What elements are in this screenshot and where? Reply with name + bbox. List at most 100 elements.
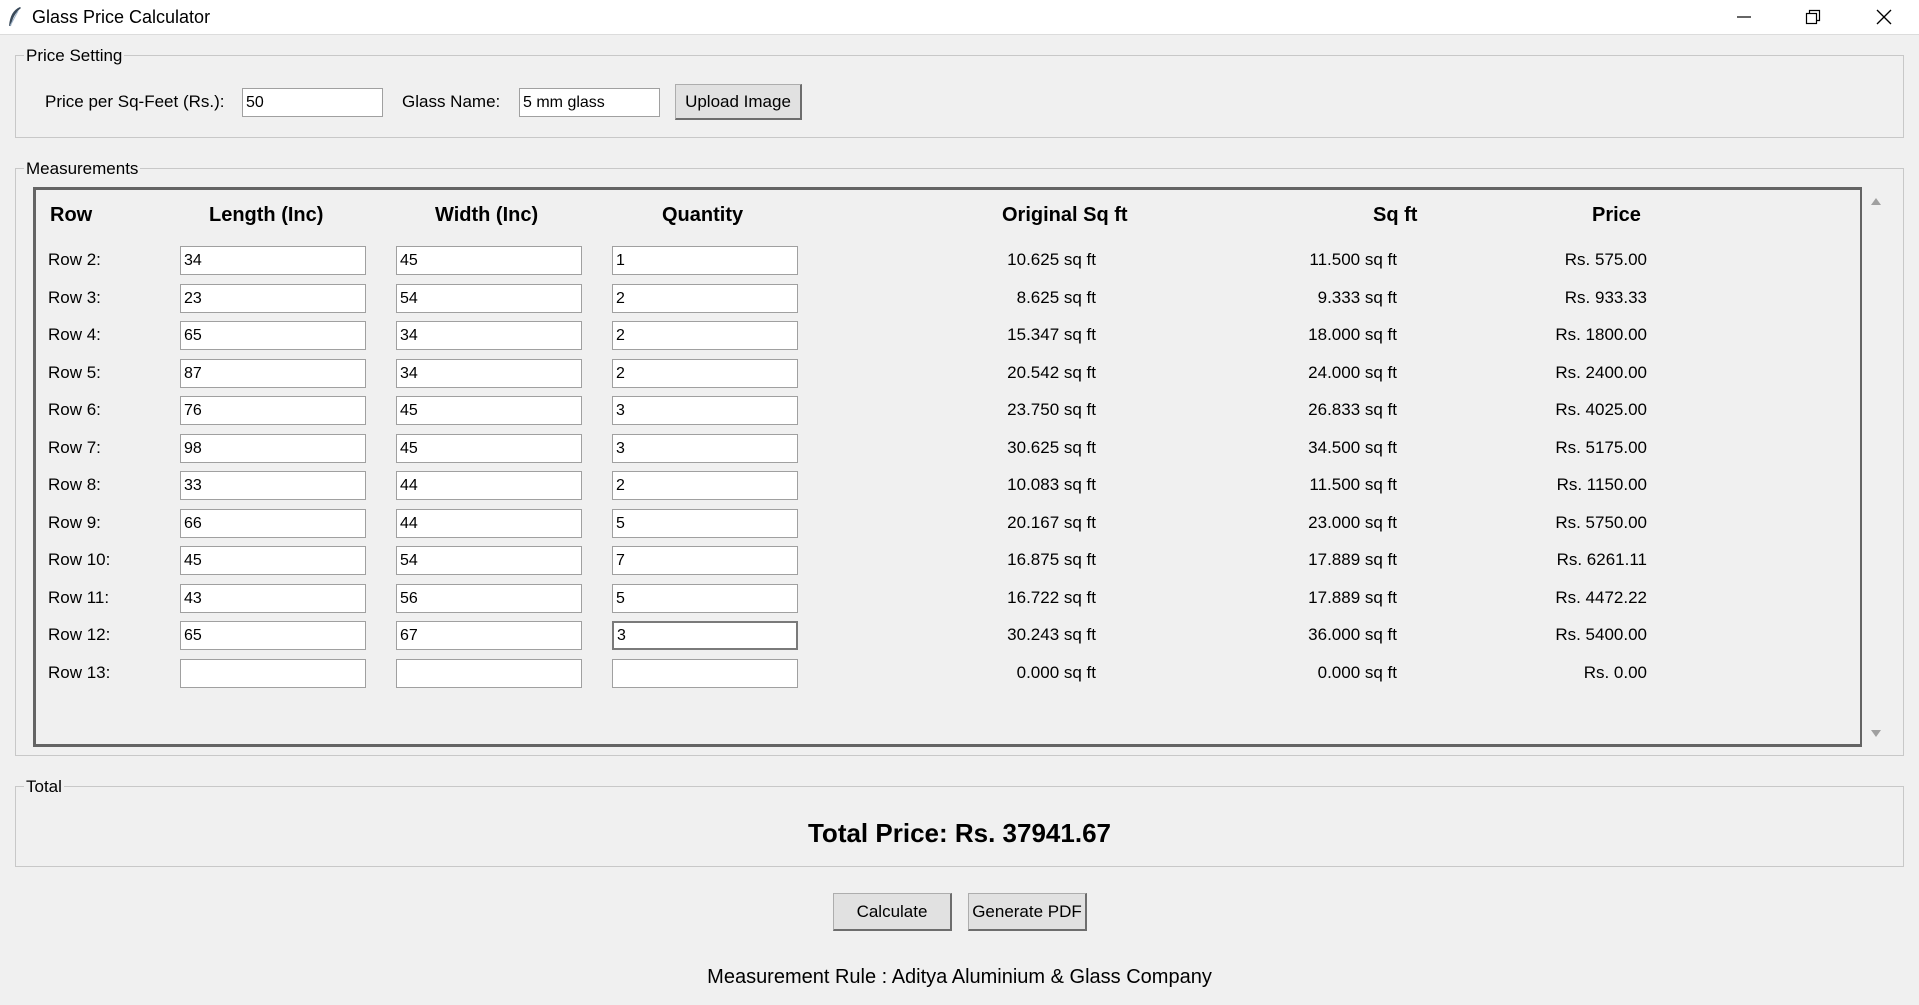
row-original-sqft: 0.000 sq ft bbox=[1016, 663, 1096, 682]
row-label: Row 4: bbox=[48, 325, 101, 344]
calculate-button[interactable]: Calculate bbox=[833, 893, 952, 931]
header-sqft: Sq ft bbox=[1373, 204, 1418, 226]
row-original-sqft: 30.625 sq ft bbox=[1007, 438, 1096, 457]
row-label: Row 6: bbox=[48, 400, 101, 419]
quantity-input[interactable] bbox=[612, 321, 798, 350]
length-input[interactable] bbox=[180, 284, 366, 313]
row-sqft: 0.000 sq ft bbox=[1317, 663, 1397, 682]
row-sqft: 11.500 sq ft bbox=[1309, 475, 1397, 494]
restore-button[interactable] bbox=[1779, 0, 1847, 34]
row-sqft: 24.000 sq ft bbox=[1308, 363, 1397, 382]
row-sqft: 26.833 sq ft bbox=[1308, 400, 1397, 419]
row-original-sqft: 16.722 sq ft bbox=[1007, 588, 1096, 607]
row-original-sqft: 8.625 sq ft bbox=[1016, 288, 1096, 307]
footer-note: Measurement Rule : Aditya Aluminium & Gl… bbox=[707, 966, 1212, 988]
quantity-input[interactable] bbox=[612, 396, 798, 425]
width-input[interactable] bbox=[396, 584, 582, 613]
row-price: Rs. 2400.00 bbox=[1555, 363, 1647, 382]
upload-image-button[interactable]: Upload Image bbox=[675, 84, 802, 120]
row-original-sqft: 15.347 sq ft bbox=[1007, 325, 1096, 344]
row-label: Row 5: bbox=[48, 363, 101, 382]
total-price: Total Price: Rs. 37941.67 bbox=[807, 818, 1111, 848]
quantity-input[interactable] bbox=[612, 359, 798, 388]
total-label: Total bbox=[24, 777, 64, 797]
price-per-sqft-label: Price per Sq-Feet (Rs.): bbox=[45, 92, 225, 111]
row-label: Row 9: bbox=[48, 513, 101, 532]
header-price: Price bbox=[1592, 204, 1641, 226]
row-price: Rs. 0.00 bbox=[1583, 663, 1647, 682]
row-price: Rs. 5175.00 bbox=[1555, 438, 1647, 457]
row-label: Row 13: bbox=[48, 663, 111, 682]
quantity-input[interactable] bbox=[612, 621, 798, 650]
row-price: Rs. 4025.00 bbox=[1555, 400, 1647, 419]
header-width: Width (Inc) bbox=[435, 204, 539, 226]
scroll-up-arrow-icon[interactable] bbox=[1870, 197, 1882, 206]
glass-name-input[interactable] bbox=[519, 88, 660, 117]
header-length: Length (Inc) bbox=[209, 204, 324, 226]
quantity-input[interactable] bbox=[612, 546, 798, 575]
length-input[interactable] bbox=[180, 509, 366, 538]
quantity-input[interactable] bbox=[612, 471, 798, 500]
length-input[interactable] bbox=[180, 359, 366, 388]
row-label: Row 12: bbox=[48, 625, 111, 644]
feather-icon bbox=[9, 7, 21, 27]
length-input[interactable] bbox=[180, 321, 366, 350]
row-original-sqft: 20.542 sq ft bbox=[1007, 363, 1096, 382]
glass-name-label: Glass Name: bbox=[402, 92, 501, 111]
scroll-down-arrow-icon[interactable] bbox=[1870, 729, 1882, 738]
row-label: Row 11: bbox=[48, 588, 110, 607]
length-input[interactable] bbox=[180, 434, 366, 463]
length-input[interactable] bbox=[180, 546, 366, 575]
length-input[interactable] bbox=[180, 471, 366, 500]
close-button[interactable] bbox=[1850, 0, 1918, 34]
length-input[interactable] bbox=[180, 246, 366, 275]
row-price: Rs. 575.00 bbox=[1564, 250, 1647, 269]
row-label: Row 10: bbox=[48, 550, 111, 569]
vertical-scrollbar[interactable] bbox=[1862, 187, 1888, 747]
quantity-input[interactable] bbox=[612, 284, 798, 313]
width-input[interactable] bbox=[396, 434, 582, 463]
row-sqft: 9.333 sq ft bbox=[1317, 288, 1397, 307]
width-input[interactable] bbox=[396, 546, 582, 575]
width-input[interactable] bbox=[396, 359, 582, 388]
row-original-sqft: 10.083 sq ft bbox=[1007, 475, 1096, 494]
width-input[interactable] bbox=[396, 284, 582, 313]
minimize-button[interactable] bbox=[1710, 0, 1778, 34]
row-original-sqft: 30.243 sq ft bbox=[1007, 625, 1096, 644]
quantity-input[interactable] bbox=[612, 434, 798, 463]
row-original-sqft: 23.750 sq ft bbox=[1007, 400, 1096, 419]
width-input[interactable] bbox=[396, 246, 582, 275]
width-input[interactable] bbox=[396, 396, 582, 425]
row-price: Rs. 6261.11 bbox=[1556, 550, 1647, 569]
row-price: Rs. 5750.00 bbox=[1555, 513, 1647, 532]
length-input[interactable] bbox=[180, 659, 366, 688]
quantity-input[interactable] bbox=[612, 584, 798, 613]
generate-pdf-button[interactable]: Generate PDF bbox=[968, 893, 1087, 931]
width-input[interactable] bbox=[396, 509, 582, 538]
row-sqft: 34.500 sq ft bbox=[1308, 438, 1397, 457]
width-input[interactable] bbox=[396, 471, 582, 500]
row-price: Rs. 4472.22 bbox=[1555, 588, 1647, 607]
quantity-input[interactable] bbox=[612, 246, 798, 275]
quantity-input[interactable] bbox=[612, 659, 798, 688]
close-icon bbox=[1876, 9, 1892, 25]
row-label: Row 2: bbox=[48, 250, 101, 269]
length-input[interactable] bbox=[180, 584, 366, 613]
header-original-sqft: Original Sq ft bbox=[1002, 204, 1128, 226]
length-input[interactable] bbox=[180, 621, 366, 650]
restore-icon bbox=[1805, 9, 1821, 25]
row-original-sqft: 20.167 sq ft bbox=[1007, 513, 1096, 532]
width-input[interactable] bbox=[396, 321, 582, 350]
length-input[interactable] bbox=[180, 396, 366, 425]
header-quantity: Quantity bbox=[662, 204, 744, 226]
width-input[interactable] bbox=[396, 659, 582, 688]
price-per-sqft-input[interactable] bbox=[242, 88, 383, 117]
row-sqft: 17.889 sq ft bbox=[1308, 550, 1397, 569]
width-input[interactable] bbox=[396, 621, 582, 650]
row-sqft: 11.500 sq ft bbox=[1309, 250, 1397, 269]
row-price: Rs. 933.33 bbox=[1564, 288, 1647, 307]
quantity-input[interactable] bbox=[612, 509, 798, 538]
row-label: Row 8: bbox=[48, 475, 101, 494]
header-row: Row bbox=[50, 204, 93, 226]
row-sqft: 17.889 sq ft bbox=[1308, 588, 1397, 607]
